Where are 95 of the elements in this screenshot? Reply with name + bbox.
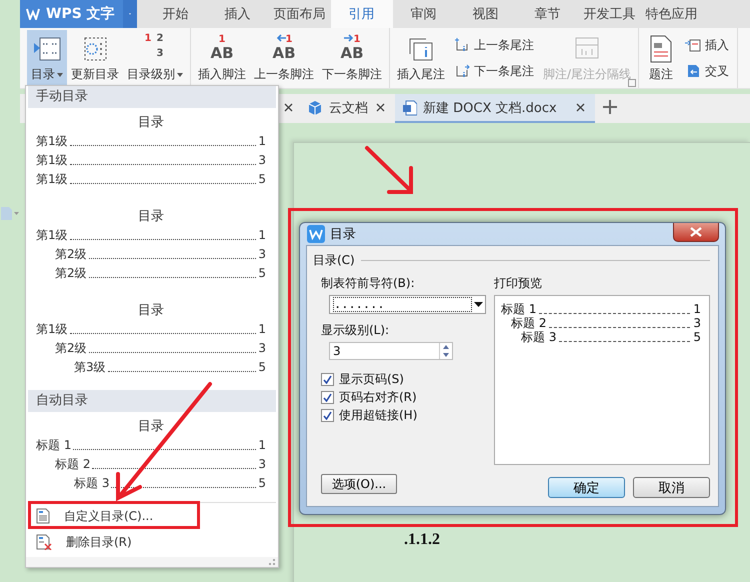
left-arrow-icon — [276, 34, 286, 42]
checkbox[interactable] — [321, 408, 334, 422]
dialog-title: 目录 — [330, 226, 356, 243]
toc-entry: 第2级 5 — [54, 265, 266, 282]
ribbon-button[interactable]: 更新目录 — [67, 30, 123, 86]
field-label: 显示级别(L): — [321, 322, 390, 339]
toc-style-option[interactable]: 目录 第1级 1 第2级 3 第3级 5 — [28, 296, 276, 383]
ribbon-button[interactable]: 目录 — [27, 30, 67, 86]
ribbon-button[interactable]: 插入 — [683, 34, 732, 56]
previous-endnote-icon — [454, 38, 470, 52]
ribbon-button[interactable]: 1 AB 下一条脚注 — [318, 30, 386, 86]
toc-entry: 第1级 1 — [36, 321, 266, 338]
toc-entry: 标题 1 1 — [501, 302, 701, 316]
ribbon-tab[interactable]: 开发工具 — [578, 0, 641, 28]
word-document-icon — [403, 100, 417, 116]
insert-caption-icon — [685, 38, 702, 52]
toc-style-option[interactable]: 目录 标题 1 1 标题 2 3 标题 3 5 — [28, 412, 276, 499]
ribbon-button[interactable]: 交叉 — [683, 60, 732, 82]
field-label: 打印预览 — [494, 275, 543, 292]
toc-title: 目录 — [137, 114, 165, 132]
next-footnote-icon: 1 AB — [337, 34, 367, 64]
numbered-levels-icon: 1 2 3 — [143, 34, 167, 64]
delete-document-icon — [36, 534, 52, 550]
checkbox[interactable] — [321, 390, 334, 404]
ribbon-tab[interactable]: 页面布局 — [268, 0, 331, 28]
previous-footnote-icon: 1 AB — [269, 34, 299, 64]
toc-entry: 标题 1 1 — [36, 437, 266, 454]
ribbon-tab[interactable]: 特色应用 — [640, 0, 703, 28]
menu-item[interactable]: 自定义目录(C)... — [28, 503, 276, 529]
ribbon-tab[interactable]: 审阅 — [392, 0, 455, 28]
dialog-button[interactable]: 取消 — [633, 477, 710, 498]
field-label: 制表符前导符(B): — [321, 275, 416, 292]
ribbon-tab[interactable]: 视图 — [454, 0, 517, 28]
document-tab[interactable]: 新建 DOCX 文档.docx — [395, 94, 595, 123]
up-arrow-icon — [440, 343, 452, 351]
toc-entry: 标题 2 3 — [54, 456, 266, 473]
toc-entry: 第2级 3 — [54, 340, 266, 357]
toc-title: 目录 — [137, 418, 165, 436]
down-arrow-icon — [440, 351, 452, 359]
toc-entry: 标题 2 3 — [510, 316, 701, 330]
level-spinner[interactable]: 3 — [329, 342, 453, 360]
ribbon-button[interactable]: 下一条尾注 — [452, 60, 536, 82]
cube-icon — [307, 100, 323, 116]
resize-grip-icon — [269, 559, 275, 565]
checkbox-label: 显示页码(S) — [339, 370, 404, 388]
toc-style-option[interactable]: 目录 第1级 1 第1级 3 第1级 5 — [28, 108, 276, 195]
menu-section-heading: 手动目录 — [28, 86, 276, 108]
toc-entry: 第1级 5 — [36, 171, 266, 188]
group-label: 目录(C) — [313, 252, 355, 269]
menu-item[interactable]: 删除目录(R) — [28, 529, 276, 555]
toc-entry: 第1级 1 — [36, 227, 266, 244]
ribbon-tab[interactable]: 开始 — [144, 0, 207, 28]
toc-entry: 标题 3 5 — [73, 475, 266, 492]
close-button[interactable] — [673, 223, 719, 242]
ribbon-tab[interactable]: 引用 — [330, 0, 393, 28]
list-document-icon — [36, 508, 50, 524]
ribbon-button[interactable]: 题注 — [642, 30, 680, 86]
ribbon-tab[interactable]: 章节 — [516, 0, 579, 28]
ribbon-button[interactable]: 1 2 3 目录级别 — [123, 30, 187, 86]
toc-entry: 第1级 1 — [36, 133, 266, 150]
dialog-button[interactable]: 确定 — [548, 477, 625, 498]
dialog-launcher-icon[interactable] — [628, 79, 636, 87]
next-endnote-icon — [454, 64, 470, 78]
w-logo-icon — [307, 225, 325, 243]
footnote-icon: 1 AB — [207, 34, 237, 64]
toc-title: 目录 — [137, 302, 165, 320]
annotation-arrow — [365, 146, 413, 194]
document-tab-title: 新建 DOCX 文档.docx — [423, 100, 557, 116]
plus-icon — [603, 100, 617, 114]
checkbox-label: 使用超链接(H) — [339, 406, 418, 424]
w-logo-icon — [26, 8, 40, 20]
ribbon-button[interactable]: 上一条尾注 — [452, 34, 536, 56]
ribbon-button[interactable]: 1 AB 插入脚注 — [194, 30, 250, 86]
toc-entry: 标题 3 5 — [520, 330, 701, 344]
menu-section-heading: 自动目录 — [28, 390, 276, 412]
caret-icon — [474, 302, 483, 307]
toc-entry: 第1级 3 — [36, 152, 266, 169]
document-text: .1.1.2 — [404, 531, 440, 548]
ribbon-tab[interactable]: 插入 — [206, 0, 269, 28]
checkbox[interactable] — [321, 372, 334, 386]
ribbon-button[interactable]: 插入尾注 — [393, 30, 449, 86]
toc-title: 目录 — [137, 208, 165, 226]
ribbon-button[interactable]: 1 AB 上一条脚注 — [250, 30, 318, 86]
leader-dropdown[interactable]: ....... — [329, 295, 486, 314]
toc-style-option[interactable]: 目录 第1级 1 第2级 3 第2级 5 — [28, 202, 276, 289]
document-tab[interactable]: 云文档 — [299, 94, 395, 123]
document-tab-title: 云文档 — [329, 100, 368, 116]
right-arrow-icon — [344, 34, 354, 42]
checkbox-label: 页码右对齐(R) — [339, 388, 417, 406]
options-button[interactable]: 选项(O)... — [321, 474, 397, 494]
toc-entry: 第3级 5 — [73, 359, 266, 376]
document-caret-icon — [0, 205, 20, 221]
cross-reference-icon — [685, 64, 702, 78]
toc-entry: 第2级 3 — [54, 246, 266, 263]
close-icon — [690, 227, 702, 237]
